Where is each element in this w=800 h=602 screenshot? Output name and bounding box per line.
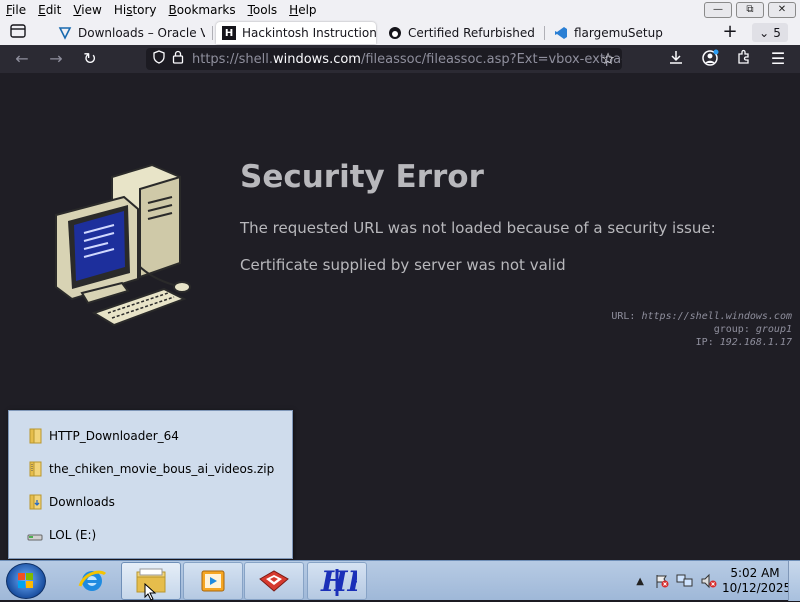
explorer-taskbar-button[interactable] [121,562,181,601]
tab-label: flargemuSetup [574,26,663,40]
bookmark-star-icon[interactable]: ☆ [598,49,618,69]
red-app-taskbar-button[interactable] [244,562,304,600]
url-path: /fileassoc/fileassoc.asp?Ext=vbox-extpac [360,51,622,67]
hamburger-menu-icon[interactable]: ☰ [768,49,788,69]
url-info-value: https://shell.windows.com [641,311,792,322]
menu-bookmarks[interactable]: Bookmarks [163,3,242,17]
tab-hackintosh[interactable]: H Hackintosh Instructions [216,22,376,44]
padlock-icon[interactable] [172,50,184,68]
show-hidden-icons-arrow-icon[interactable]: ▲ [636,576,644,587]
clock-time: 5:02 AM [730,566,780,580]
downloads-icon[interactable] [666,49,686,69]
reload-icon[interactable]: ↻ [80,49,100,69]
jump-list-item[interactable]: LOL (E:) [27,525,96,545]
retro-computer-icon [55,163,191,327]
internet-explorer-taskbar-button[interactable] [62,562,122,600]
window-controls: — ⧉ ✕ [704,2,796,18]
restore-button[interactable]: ⧉ [736,2,764,18]
mouse-cursor-icon [144,583,157,601]
windows-logo-icon [18,573,33,588]
ip-info-value: 192.168.1.17 [719,337,792,348]
tab-bar: Downloads – Oracle Vir H Hackintosh Inst… [0,20,800,45]
volume-muted-icon[interactable] [700,573,718,589]
media-player-taskbar-button[interactable] [183,562,243,600]
red-cube-app-icon [259,570,289,592]
chevron-down-icon: ⌄ [759,25,770,40]
hp-logo-icon: HP [320,565,357,597]
tab-separator [544,26,545,40]
extensions-icon[interactable] [734,49,754,69]
technical-info: URL: https://shell.windows.com group: gr… [611,310,792,349]
system-tray: ▲ 5:02 AM 10/12/2025 [636,561,800,601]
tab-count: 5 [773,25,781,40]
forward-arrow-icon[interactable]: → [46,49,66,69]
explorer-jump-list: HTTP_Downloader_64 the_chiken_movie_bous… [8,410,293,559]
media-player-icon [201,570,225,592]
virtualbox-favicon-icon [58,26,72,40]
tab-flargemu-setup[interactable]: flargemuSetup [548,22,708,44]
network-icon[interactable] [676,573,694,589]
close-button[interactable]: ✕ [768,2,796,18]
menu-file[interactable]: File [0,3,32,17]
jump-list-item[interactable]: Downloads [27,492,115,512]
back-arrow-icon[interactable]: ← [12,49,32,69]
show-desktop-button[interactable] [788,561,800,601]
error-title: Security Error [240,159,484,195]
drive-icon [27,527,43,543]
downloads-folder-icon [27,494,43,510]
menu-bar: File Edit View History Bookmarks Tools H… [0,0,800,20]
url-bar[interactable]: https://shell. windows.com/fileassoc/file… [146,48,622,70]
menu-help[interactable]: Help [283,3,322,17]
group-info-value: group1 [755,324,792,335]
url-prefix: https://shell. [192,51,273,67]
hackintosh-favicon-icon: H [222,26,236,40]
menu-tools[interactable]: Tools [242,3,284,17]
hp-app-taskbar-button[interactable]: HP [307,562,367,600]
taskbar: HP ▲ 5:02 AM 10/12/2025 [0,560,800,601]
tracking-shield-icon[interactable] [152,50,166,68]
menu-view[interactable]: View [67,3,107,17]
internet-explorer-icon [78,570,107,591]
vscode-favicon-icon [554,26,568,40]
error-detail: Certificate supplied by server was not v… [240,256,566,274]
tab-label: Hackintosh Instructions [242,26,376,40]
account-icon[interactable] [700,49,720,69]
error-description: The requested URL was not loaded because… [240,219,716,237]
firefox-view-icon[interactable] [8,22,28,42]
clock-date: 10/12/2025 [722,581,792,595]
tab-label: Certified Refurbished Pr [408,26,538,40]
tab-separator [212,26,213,40]
zip-folder-icon [27,461,43,477]
navigation-toolbar: ← → ↻ https://shell. windows.com/fileasso… [0,45,800,73]
jump-list-item[interactable]: the_chiken_movie_bous_ai_videos.zip [27,459,274,479]
minimize-button[interactable]: — [704,2,732,18]
tab-downloads-oracle[interactable]: Downloads – Oracle Vir [52,22,205,44]
tab-label: Downloads – Oracle Vir [78,26,205,40]
clock[interactable]: 5:02 AM 10/12/2025 [722,566,792,596]
ip-info-row: IP: 192.168.1.17 [695,337,792,348]
url-info-row: URL: https://shell.windows.com [611,311,792,322]
new-tab-button[interactable]: + [720,22,740,42]
tab-certified-refurbished[interactable]: Certified Refurbished Pr [382,22,538,44]
group-info-row: group: group1 [713,324,792,335]
tab-list-button[interactable]: ⌄ 5 [752,23,788,42]
apple-favicon-icon [388,26,402,40]
folder-icon [27,428,43,444]
menu-history[interactable]: History [108,3,163,17]
start-button[interactable] [6,563,46,599]
jump-list-item[interactable]: HTTP_Downloader_64 [27,426,179,446]
menu-edit[interactable]: Edit [32,3,67,17]
url-host: windows.com [272,51,361,67]
action-center-flag-icon[interactable] [654,573,670,589]
